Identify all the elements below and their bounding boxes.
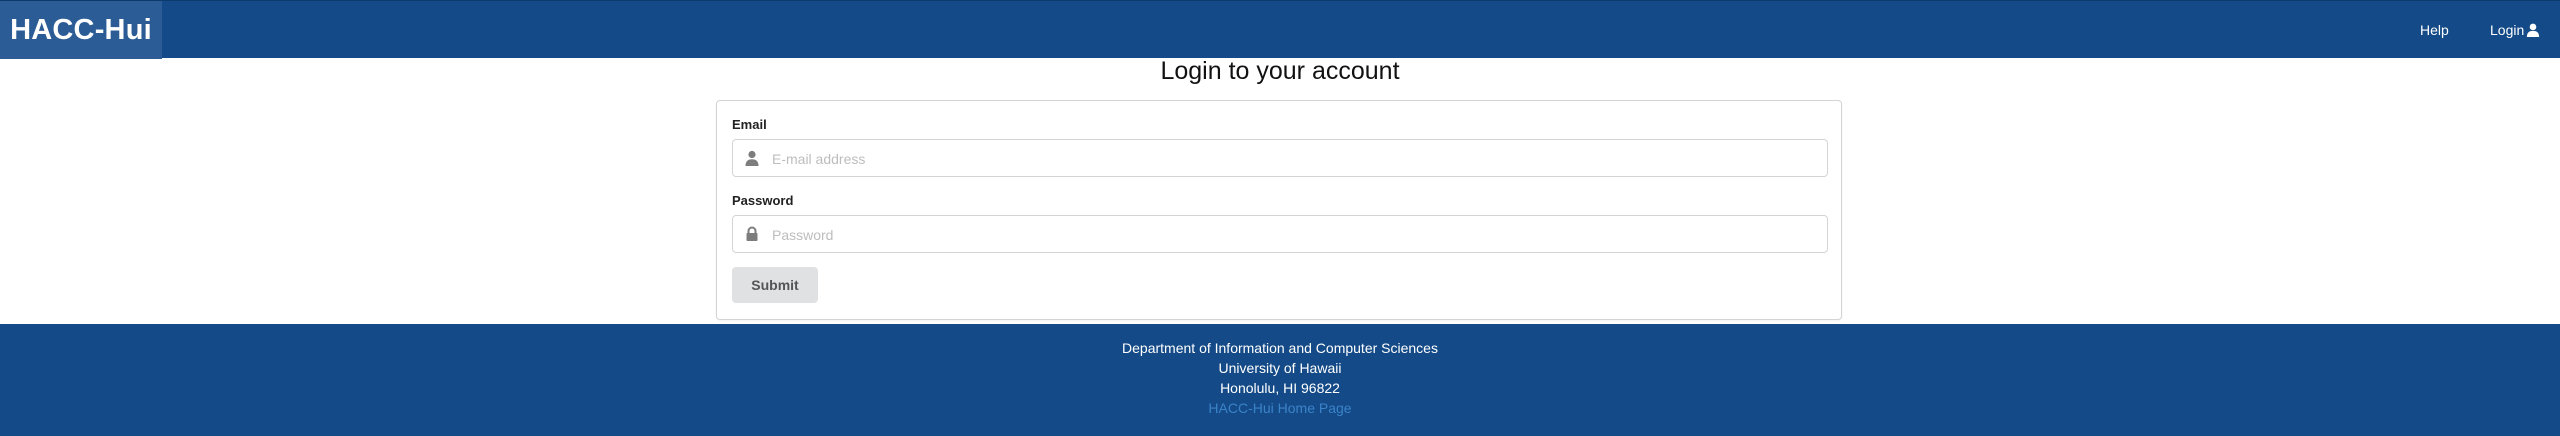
login-form: Email Password Submit bbox=[716, 100, 1842, 320]
footer-department: Department of Information and Computer S… bbox=[1122, 340, 1438, 356]
user-icon bbox=[2527, 23, 2540, 37]
email-field-wrapper bbox=[732, 139, 1828, 178]
top-navbar: HACC-Hui Help Login bbox=[0, 0, 2560, 59]
password-input[interactable] bbox=[770, 216, 1824, 254]
nav-help-link[interactable]: Help bbox=[2420, 1, 2449, 59]
email-label: Email bbox=[732, 117, 767, 132]
password-field-wrapper bbox=[732, 215, 1828, 254]
password-label: Password bbox=[732, 193, 794, 208]
footer-university: University of Hawaii bbox=[1218, 360, 1342, 376]
footer: Department of Information and Computer S… bbox=[0, 324, 2560, 436]
brand-logo-link[interactable]: HACC-Hui bbox=[0, 1, 162, 59]
nav-login-label: Login bbox=[2490, 22, 2525, 38]
footer-address: Honolulu, HI 96822 bbox=[1220, 380, 1340, 396]
footer-home-link[interactable]: HACC-Hui Home Page bbox=[1208, 400, 1351, 416]
user-icon bbox=[745, 150, 759, 166]
nav-login-link[interactable]: Login bbox=[2490, 1, 2540, 59]
lock-icon bbox=[746, 226, 758, 241]
submit-button[interactable]: Submit bbox=[732, 267, 818, 303]
nav-help-label: Help bbox=[2420, 22, 2449, 38]
page-title: Login to your account bbox=[1160, 57, 1400, 85]
email-input[interactable] bbox=[770, 140, 1824, 178]
